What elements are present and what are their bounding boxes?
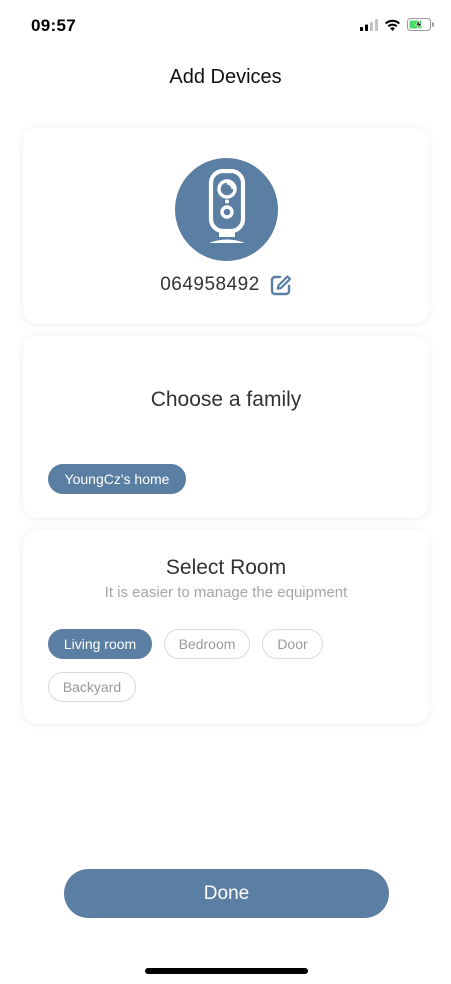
status-icons	[360, 18, 435, 36]
status-time: 09:57	[31, 16, 76, 35]
room-card: Select Room It is easier to manage the e…	[23, 530, 429, 724]
home-indicator	[145, 968, 308, 974]
room-section-title: Select Room	[165, 556, 287, 579]
done-button[interactable]: Done	[64, 869, 389, 918]
family-chip-youngcz-home[interactable]: YoungCz's home	[48, 464, 186, 494]
device-avatar	[175, 158, 278, 261]
status-bar: 09:57	[0, 0, 451, 50]
room-chip-living-room[interactable]: Living room	[48, 629, 152, 659]
device-card: 064958492	[23, 128, 429, 324]
room-section-subtitle: It is easier to manage the equipment	[104, 584, 348, 601]
page-title: Add Devices	[169, 66, 282, 88]
camera-icon	[205, 168, 249, 250]
room-chip-door[interactable]: Door	[262, 629, 323, 659]
device-id-row: 064958492	[23, 274, 429, 296]
family-section-title: Choose a family	[150, 388, 302, 411]
battery-charging-icon	[407, 18, 435, 36]
room-chip-bedroom[interactable]: Bedroom	[164, 629, 250, 659]
wifi-icon	[384, 18, 401, 36]
edit-icon[interactable]	[270, 274, 292, 296]
family-card: Choose a family YoungCz's home	[23, 336, 429, 518]
cellular-signal-icon	[360, 18, 378, 36]
device-id: 064958492	[160, 274, 260, 295]
room-chip-backyard[interactable]: Backyard	[48, 672, 136, 702]
